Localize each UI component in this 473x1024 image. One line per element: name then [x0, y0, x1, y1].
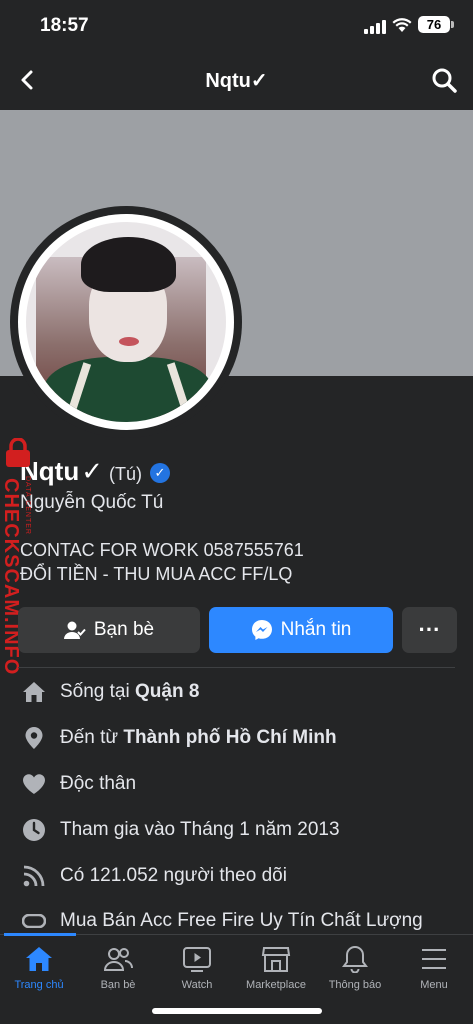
home-icon — [26, 947, 52, 971]
profile-name-row: Nqtu ✓ (Tú) ✓ — [20, 456, 170, 490]
location-pin-icon — [22, 726, 46, 750]
verified-badge-icon: ✓ — [150, 463, 170, 483]
heart-icon — [22, 772, 46, 796]
menu-icon — [422, 949, 446, 969]
tab-menu-label: Menu — [420, 979, 448, 991]
more-options-button[interactable]: ··· — [402, 607, 457, 653]
profile-full-name: Nguyễn Quốc Tú — [20, 492, 164, 513]
info-lives-value: Quận 8 — [135, 681, 200, 702]
battery-tip — [451, 21, 454, 28]
tab-notifications[interactable]: Thông báo — [316, 945, 394, 991]
home-indicator[interactable] — [152, 1008, 322, 1014]
tab-home-label: Trang chủ — [14, 979, 64, 991]
name-check-mark: ✓ — [81, 456, 103, 486]
tab-friends-label: Bạn bè — [100, 979, 136, 991]
link-icon — [22, 909, 46, 933]
info-from-value: Thành phố Hồ Chí Minh — [123, 727, 337, 748]
info-extra-text: Mua Bán Acc Free Fire Uy Tín Chất Lượng — [60, 910, 423, 931]
watch-icon — [183, 947, 211, 972]
info-relationship: Độc thân — [22, 769, 136, 799]
tab-marketplace[interactable]: Marketplace — [237, 945, 315, 991]
tab-menu[interactable]: Menu — [395, 945, 473, 991]
info-followers-text: Có 121.052 người theo dõi — [60, 865, 287, 886]
marketplace-icon — [261, 947, 291, 972]
message-button[interactable]: Nhắn tin — [209, 607, 393, 653]
friends-icon — [103, 948, 133, 971]
divider — [18, 667, 455, 668]
status-time: 18:57 — [40, 15, 89, 36]
info-from[interactable]: Đến từ Thành phố Hồ Chí Minh — [22, 723, 337, 753]
bell-icon — [342, 945, 368, 973]
info-extra[interactable]: Mua Bán Acc Free Fire Uy Tín Chất Lượng — [22, 906, 423, 936]
home-icon — [22, 680, 46, 704]
info-relationship-text: Độc thân — [60, 773, 137, 794]
info-followers[interactable]: Có 121.052 người theo dõi — [22, 861, 287, 891]
bio-line: CONTAC FOR WORK 0587555761 — [20, 540, 304, 560]
info-joined: Tham gia vào Tháng 1 năm 2013 — [22, 815, 340, 845]
wifi-icon — [392, 18, 412, 32]
clock-icon — [22, 818, 46, 842]
message-button-label: Nhắn tin — [280, 619, 352, 640]
watermark-subtext: DATA CENTER — [24, 476, 31, 535]
tab-watch-label: Watch — [181, 979, 213, 991]
signal-icon — [364, 20, 386, 34]
tab-marketplace-label: Marketplace — [246, 979, 306, 991]
friend-check-icon — [63, 620, 86, 640]
tab-watch[interactable]: Watch — [158, 945, 236, 991]
search-icon[interactable] — [430, 66, 458, 94]
page-title: Nqtu✓ — [205, 70, 268, 92]
tab-home[interactable]: Trang chủ — [0, 945, 78, 991]
active-tab-indicator — [4, 933, 76, 936]
profile-avatar[interactable] — [10, 206, 242, 438]
friends-button-label: Bạn bè — [93, 619, 155, 640]
lock-icon — [6, 438, 30, 467]
tab-notifications-label: Thông báo — [328, 979, 382, 991]
friends-button[interactable]: Bạn bè — [18, 607, 200, 653]
info-from-prefix: Đến từ — [60, 727, 119, 748]
bio-line: ĐỔI TIỀN - THU MUA ACC FF/LQ — [20, 564, 293, 584]
profile-bio: CONTAC FOR WORK 0587555761 ĐỔI TIỀN - TH… — [20, 538, 304, 586]
info-lives-prefix: Sống tại — [60, 681, 130, 702]
avatar-photo — [26, 222, 226, 422]
info-joined-text: Tham gia vào Tháng 1 năm 2013 — [60, 819, 340, 840]
rss-feed-icon — [22, 864, 46, 888]
top-nav: Nqtu✓ — [0, 52, 473, 108]
profile-nickname: (Tú) — [109, 464, 142, 484]
messenger-icon — [251, 619, 273, 641]
battery-indicator: 76 — [418, 16, 450, 33]
status-bar: 18:57 76 — [0, 0, 473, 50]
tab-friends[interactable]: Bạn bè — [79, 945, 157, 991]
info-lives-in[interactable]: Sống tại Quận 8 — [22, 677, 199, 707]
